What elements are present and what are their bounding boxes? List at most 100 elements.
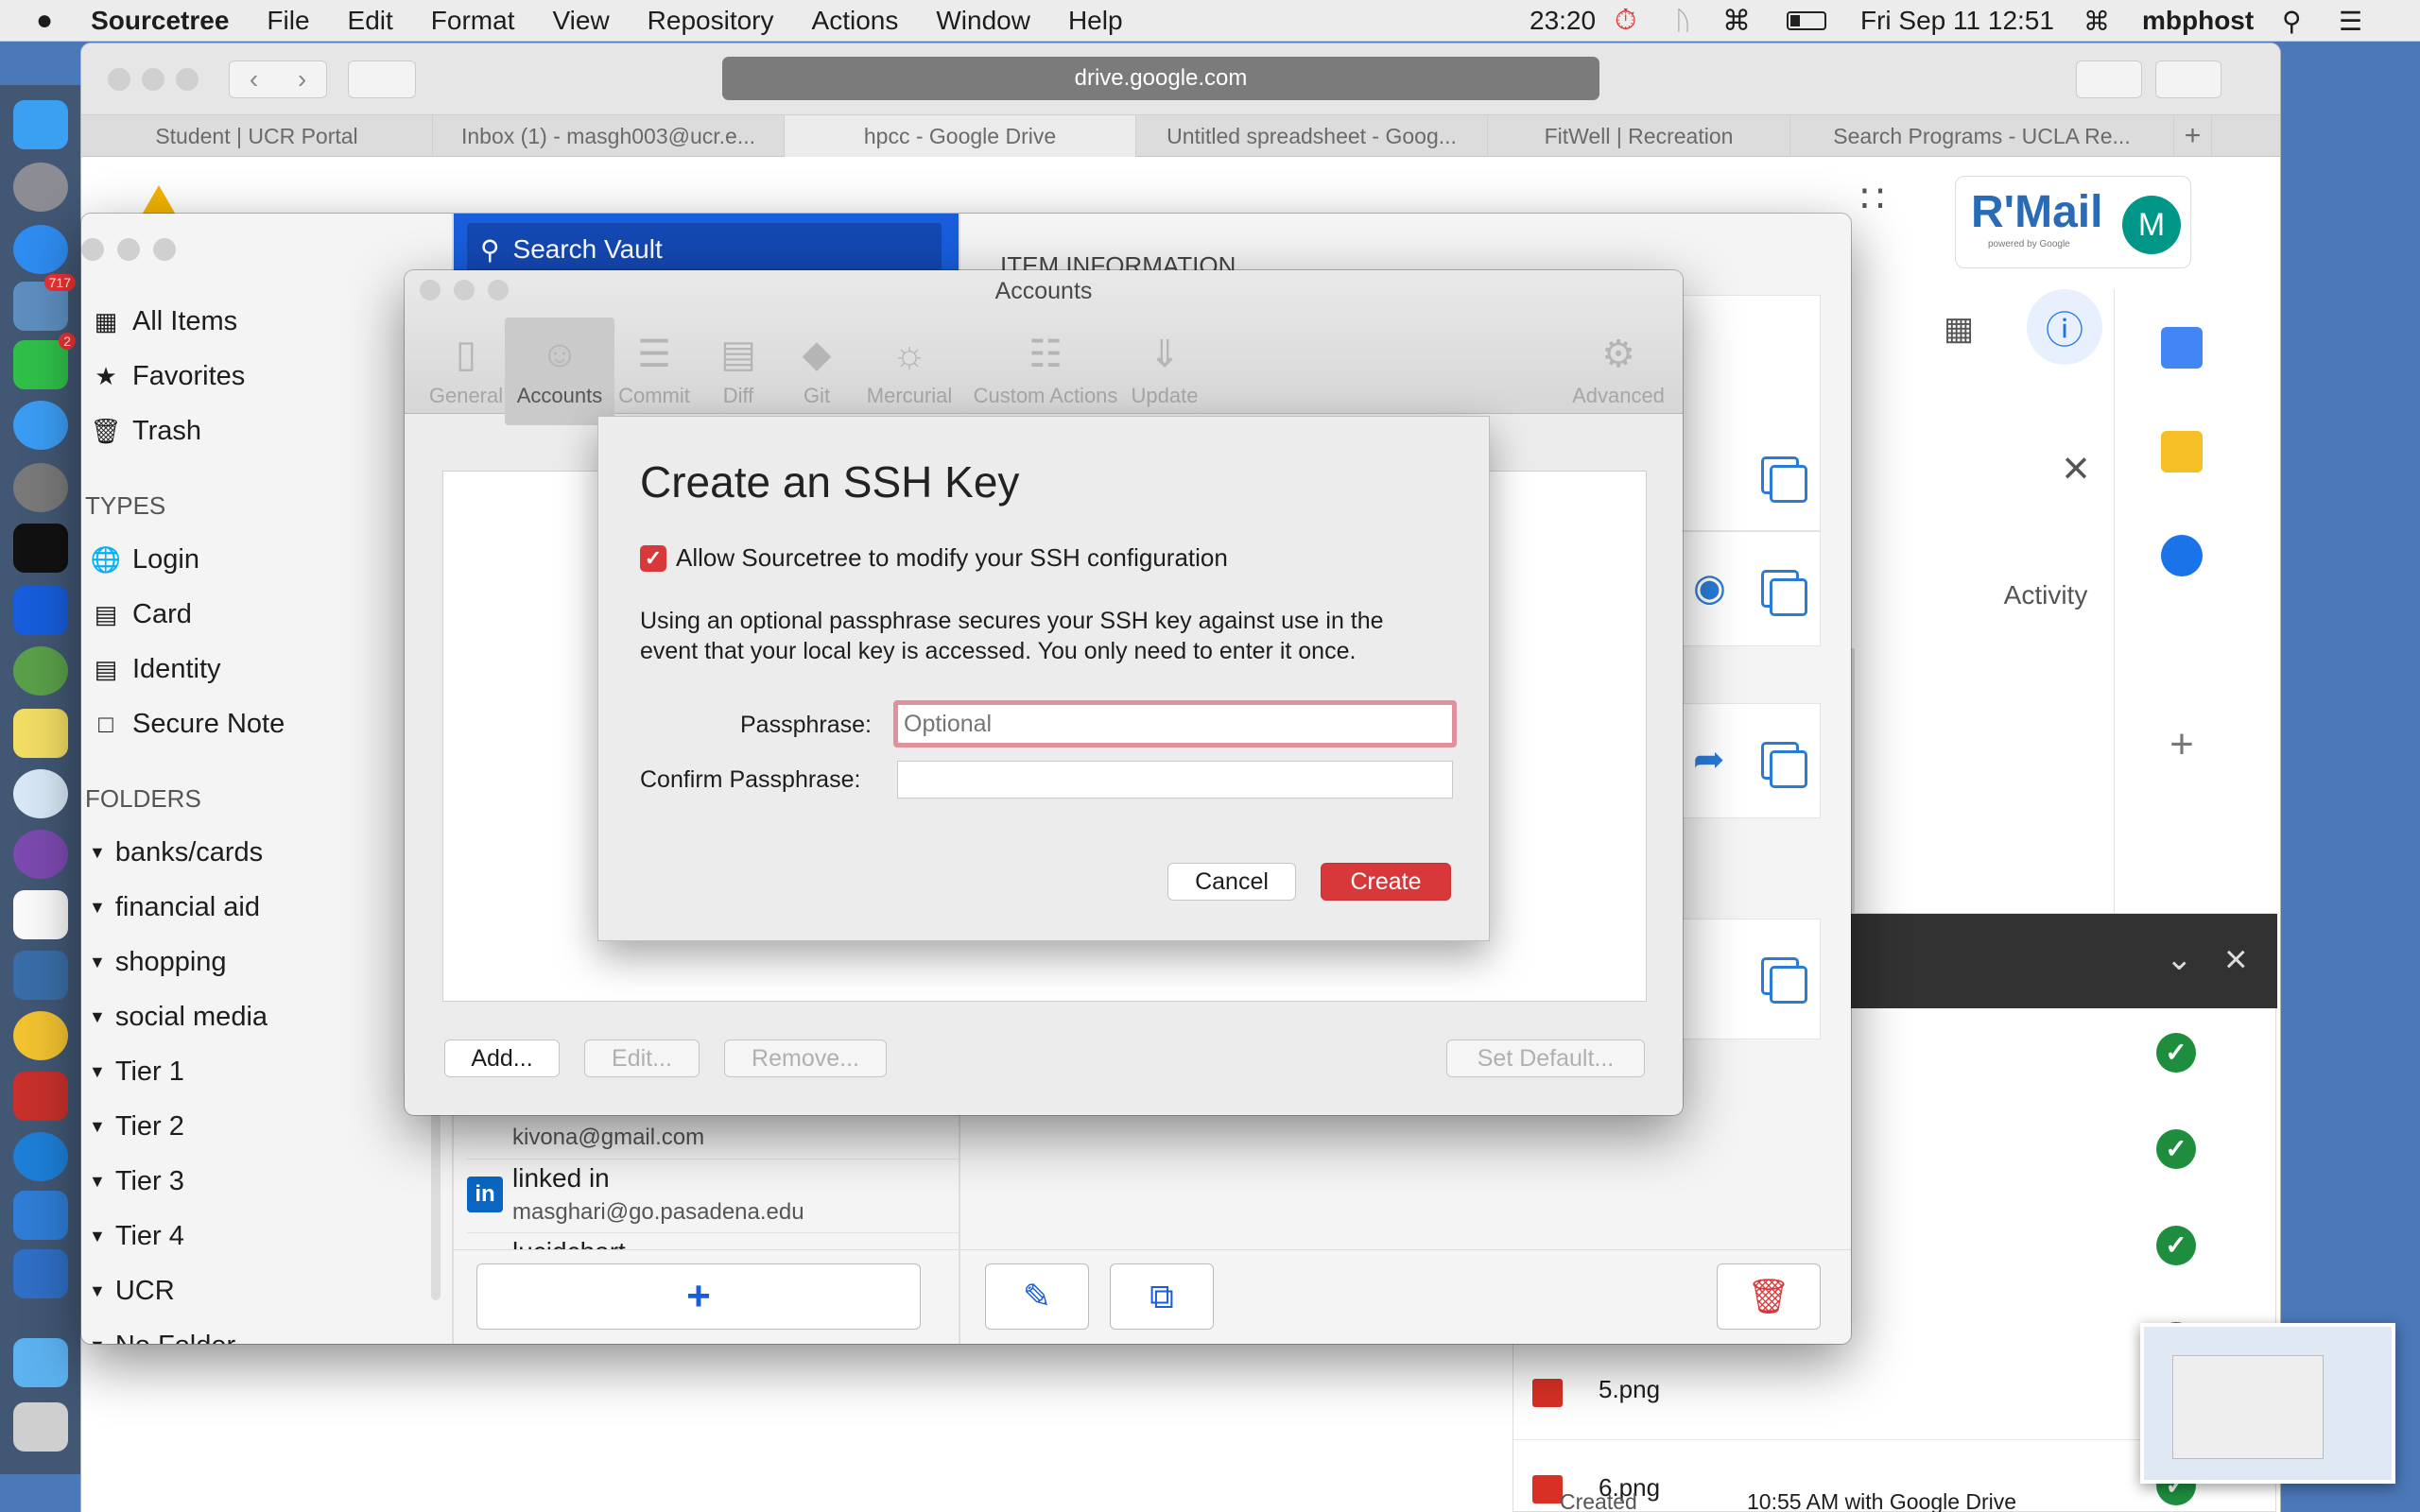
bluetooth-icon[interactable]: ᚢ xyxy=(1675,0,1691,42)
timer-clock[interactable]: 23:20 xyxy=(1530,0,1596,42)
tab-ucla-programs[interactable]: Search Programs - UCLA Re... xyxy=(1790,115,2174,157)
keep-icon[interactable] xyxy=(2161,431,2203,472)
forward-icon[interactable]: › xyxy=(298,64,306,94)
bitwarden-minimize-button[interactable] xyxy=(117,238,140,261)
tab-google-drive[interactable]: hpcc - Google Drive xyxy=(785,115,1136,157)
passphrase-input[interactable] xyxy=(893,700,1457,747)
menu-help[interactable]: Help xyxy=(1049,6,1142,36)
toolbar-general[interactable]: ▯ General xyxy=(414,318,518,425)
stickies-icon[interactable] xyxy=(13,709,68,758)
textedit-icon[interactable] xyxy=(13,890,68,939)
zoom-window-button[interactable] xyxy=(176,68,199,91)
address-bar[interactable]: drive.google.com xyxy=(722,57,1599,100)
host-name[interactable]: mbphost xyxy=(2142,0,2254,42)
finder-icon[interactable] xyxy=(13,100,68,149)
sidebar-item-identity[interactable]: ▤ Identity xyxy=(89,650,221,688)
wifi-icon[interactable]: ⌘ xyxy=(1722,0,1751,42)
sidebar-item-login[interactable]: 🌐 Login xyxy=(89,541,199,578)
launch-url-icon[interactable]: ➦ xyxy=(1693,738,1725,782)
info-icon[interactable]: ⓘ xyxy=(2027,289,2102,365)
toolbar-advanced[interactable]: ⚙ Advanced xyxy=(1565,318,1671,425)
folder-item[interactable]: ▼ UCR xyxy=(89,1272,175,1310)
toolbar-update[interactable]: ⇓ Update xyxy=(1119,318,1210,425)
menu-repository[interactable]: Repository xyxy=(629,6,793,36)
chat-icon[interactable] xyxy=(13,401,68,450)
safari-icon[interactable] xyxy=(13,225,68,274)
terminal-icon[interactable] xyxy=(13,524,68,573)
folder-item[interactable]: ▼ financial aid xyxy=(89,888,260,926)
keyboard-icon[interactable]: ⌘ xyxy=(2083,0,2110,42)
bitwarden-close-button[interactable] xyxy=(81,238,104,261)
upload-file-name[interactable]: 5.png xyxy=(1599,1375,1660,1404)
delete-item-button[interactable]: 🗑 xyxy=(1717,1263,1821,1330)
close-details-icon[interactable]: × xyxy=(2048,440,2104,497)
menu-view[interactable]: View xyxy=(533,6,628,36)
bitwarden-icon[interactable] xyxy=(13,586,68,635)
modify-ssh-config-checkbox[interactable]: ✓ xyxy=(640,545,666,572)
minimize-window-button[interactable] xyxy=(142,68,164,91)
copy-icon[interactable] xyxy=(1761,570,1807,616)
confirm-passphrase-input[interactable] xyxy=(897,761,1453,799)
toolbar-mercurial[interactable]: ☼ Mercurial xyxy=(856,318,962,425)
instruments-icon[interactable] xyxy=(13,1249,68,1298)
folder-item[interactable]: ▼ social media xyxy=(89,998,268,1036)
menu-format[interactable]: Format xyxy=(412,6,534,36)
tab-fitwell[interactable]: FitWell | Recreation xyxy=(1488,115,1790,157)
system-preferences-icon[interactable] xyxy=(13,463,68,512)
folder-item[interactable]: ▼ Tier 2 xyxy=(89,1108,184,1145)
avatar[interactable]: M xyxy=(2122,196,2181,254)
toolbar-accounts[interactable]: ☺ Accounts xyxy=(505,318,614,425)
menu-window[interactable]: Window xyxy=(917,6,1049,36)
virtualbox-icon[interactable] xyxy=(13,951,68,1000)
checkbox-label[interactable]: Allow Sourcetree to modify your SSH conf… xyxy=(676,543,1228,573)
folder-item[interactable]: ▼ shopping xyxy=(89,943,227,981)
edit-account-button[interactable]: Edit... xyxy=(584,1040,700,1077)
cyberduck-icon[interactable] xyxy=(13,1011,68,1060)
remove-account-button[interactable]: Remove... xyxy=(724,1040,887,1077)
folder-item[interactable]: ▼No Folder xyxy=(89,1327,235,1345)
edit-item-button[interactable]: ✎ xyxy=(985,1263,1089,1330)
collapse-icon[interactable]: ⌄ xyxy=(2166,940,2193,978)
add-account-button[interactable]: Add... xyxy=(444,1040,560,1077)
calendar-icon[interactable] xyxy=(2161,327,2203,369)
sidebar-item-card[interactable]: ▤ Card xyxy=(89,595,192,633)
create-button[interactable]: Create xyxy=(1321,863,1451,901)
app-menu[interactable]: Sourcetree xyxy=(72,6,248,36)
menu-file[interactable]: File xyxy=(248,6,328,36)
add-addon-icon[interactable]: + xyxy=(2161,724,2203,765)
apps-grid-icon[interactable]: ∷ xyxy=(1860,178,1936,253)
turtle-app-icon[interactable] xyxy=(13,646,68,696)
rmail-account-card[interactable]: R'Mail powered by Google M xyxy=(1955,176,2191,268)
notification-center-icon[interactable]: ☰ xyxy=(2339,0,2362,42)
set-default-button[interactable]: Set Default... xyxy=(1446,1040,1645,1077)
tab-ucr-portal[interactable]: Student | UCR Portal xyxy=(81,115,433,157)
cancel-button[interactable]: Cancel xyxy=(1167,863,1296,901)
menu-edit[interactable]: Edit xyxy=(329,6,412,36)
date-time[interactable]: Fri Sep 11 12:51 xyxy=(1860,0,2054,42)
spotlight-icon[interactable]: ⚲ xyxy=(2282,0,2302,42)
menu-actions[interactable]: Actions xyxy=(793,6,918,36)
toolbar-custom-actions[interactable]: ☷ Custom Actions xyxy=(964,318,1127,425)
sidebar-toggle-icon[interactable] xyxy=(348,60,416,98)
sidebar-item-all-items[interactable]: ▦ All Items xyxy=(89,302,237,340)
list-item[interactable]: in linked in masghari@go.pasadena.edu xyxy=(467,1159,959,1230)
add-item-button[interactable]: + xyxy=(476,1263,921,1330)
show-password-eye-icon[interactable]: ◉ xyxy=(1693,566,1726,610)
copy-icon[interactable] xyxy=(1761,456,1807,503)
screenshot-thumbnail[interactable] xyxy=(2140,1323,2395,1484)
tab-spreadsheet[interactable]: Untitled spreadsheet - Goog... xyxy=(1136,115,1488,157)
sidebar-item-favorites[interactable]: ★ Favorites xyxy=(89,357,245,395)
toolbar-git[interactable]: ◆ Git xyxy=(775,318,858,425)
github-icon[interactable] xyxy=(13,830,68,879)
copy-icon[interactable] xyxy=(1761,957,1807,1004)
folder-item[interactable]: ▼ Tier 3 xyxy=(89,1162,184,1200)
toolbar-commit[interactable]: ☰ Commit xyxy=(607,318,701,425)
grid-view-icon[interactable]: ▦ xyxy=(1944,310,1991,348)
downloads-folder-icon[interactable] xyxy=(13,1338,68,1387)
share-icon[interactable] xyxy=(2076,60,2142,98)
folder-item[interactable]: ▼ banks/cards xyxy=(89,833,263,871)
apple-menu-icon[interactable]: ● xyxy=(0,5,72,37)
close-upload-panel-icon[interactable]: × xyxy=(2224,936,2248,982)
filezilla-icon[interactable] xyxy=(13,1072,68,1121)
facetime-icon[interactable]: 2 xyxy=(13,333,76,389)
